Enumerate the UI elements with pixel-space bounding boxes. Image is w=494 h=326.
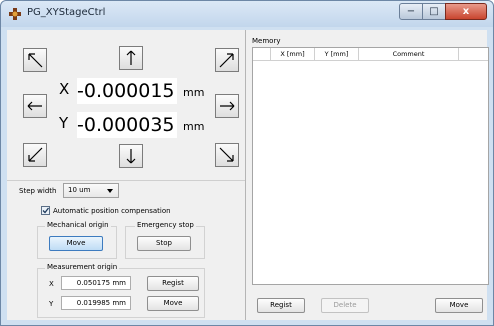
client-area: X -0.000015 mm Y -0.000035 mm Step width <box>7 30 489 320</box>
move-down-button[interactable] <box>119 144 143 168</box>
measurement-x-label: X <box>49 280 54 288</box>
auto-compensation-label: Automatic position compensation <box>53 207 171 215</box>
emergency-stop-title: Emergency stop <box>135 221 196 229</box>
arrow-up-right-icon <box>219 53 234 68</box>
arrow-up-icon <box>126 50 136 65</box>
move-down-left-button[interactable] <box>23 143 47 167</box>
arrow-down-right-icon <box>219 147 234 162</box>
control-panel: X -0.000015 mm Y -0.000035 mm Step width <box>7 30 246 320</box>
move-down-right-button[interactable] <box>215 143 239 167</box>
move-left-button[interactable] <box>23 94 47 118</box>
app-window: PG_XYStageCtrl − □ x X -0.000015 mm Y -0… <box>0 0 494 326</box>
measurement-x-field[interactable]: 0.050175 mm <box>61 276 131 290</box>
step-width-select[interactable]: 10 um <box>63 183 119 198</box>
title-bar[interactable]: PG_XYStageCtrl − □ x <box>1 1 493 27</box>
auto-compensation-checkbox[interactable] <box>41 206 50 215</box>
minimize-button[interactable]: − <box>399 3 423 20</box>
step-width-value: 10 um <box>68 186 91 194</box>
y-unit-label: mm <box>183 120 205 133</box>
measurement-y-field[interactable]: 0.019985 mm <box>61 296 131 310</box>
arrow-up-left-icon <box>28 53 43 68</box>
arrow-down-left-icon <box>28 147 43 162</box>
mechanical-origin-title: Mechanical origin <box>45 221 111 229</box>
move-up-left-button[interactable] <box>23 48 47 72</box>
y-position-display: -0.000035 <box>77 112 177 138</box>
move-up-right-button[interactable] <box>215 48 239 72</box>
mechanical-origin-move-button[interactable]: Move <box>49 236 103 251</box>
column-header-y[interactable]: Y [mm] <box>315 48 359 60</box>
x-unit-label: mm <box>183 86 205 99</box>
arrow-left-icon <box>27 101 42 111</box>
close-button[interactable]: x <box>445 3 487 20</box>
column-header-comment[interactable]: Comment <box>359 48 459 60</box>
measurement-origin-title: Measurement origin <box>45 263 120 271</box>
memory-title: Memory <box>252 37 281 45</box>
memory-delete-button[interactable]: Delete <box>321 298 369 313</box>
step-width-label: Step width <box>19 187 57 195</box>
move-up-button[interactable] <box>119 46 143 70</box>
x-position-display: -0.000015 <box>77 78 177 104</box>
arrow-down-icon <box>126 149 136 164</box>
column-header-x[interactable]: X [mm] <box>271 48 315 60</box>
y-axis-label: Y <box>59 114 69 132</box>
memory-list-header: X [mm] Y [mm] Comment <box>253 48 488 61</box>
measurement-move-button[interactable]: Move <box>147 296 199 311</box>
window-title: PG_XYStageCtrl <box>27 7 106 18</box>
column-header-index[interactable] <box>253 48 271 60</box>
memory-regist-button[interactable]: Regist <box>257 298 305 313</box>
measurement-regist-button[interactable]: Regist <box>147 276 199 291</box>
jog-panel: X -0.000015 mm Y -0.000035 mm <box>7 30 245 181</box>
stage-control-icon <box>9 8 21 20</box>
memory-list[interactable]: X [mm] Y [mm] Comment <box>252 47 489 285</box>
arrow-right-icon <box>220 101 235 111</box>
maximize-button[interactable]: □ <box>422 3 446 20</box>
checkmark-icon <box>42 207 50 214</box>
x-axis-label: X <box>59 80 70 98</box>
measurement-y-label: Y <box>49 300 54 308</box>
chevron-down-icon <box>107 189 113 193</box>
emergency-stop-button[interactable]: Stop <box>137 236 191 251</box>
move-right-button[interactable] <box>215 94 239 118</box>
memory-panel: Memory X [mm] Y [mm] Comment Regist Dele… <box>245 30 489 320</box>
window-controls: − □ x <box>399 3 487 21</box>
memory-move-button[interactable]: Move <box>435 298 483 313</box>
